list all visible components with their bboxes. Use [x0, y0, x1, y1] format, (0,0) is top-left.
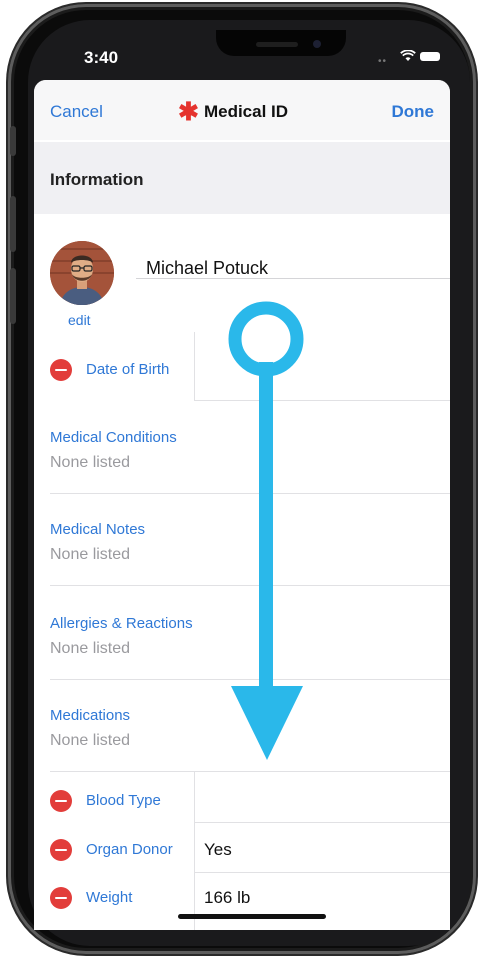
remove-blood-type-icon[interactable]: [50, 790, 72, 812]
divider: [50, 585, 450, 586]
cancel-button[interactable]: Cancel: [50, 102, 103, 122]
divider: [194, 872, 450, 873]
medical-id-sheet[interactable]: Cancel ✱ Medical ID Done Information edi…: [34, 80, 450, 930]
divider: [194, 822, 450, 823]
divider: [194, 332, 195, 400]
medical-conditions-label: Medical Conditions: [50, 429, 177, 446]
medical-star-icon: ✱: [178, 97, 199, 126]
home-indicator[interactable]: [178, 914, 326, 919]
divider: [194, 400, 450, 401]
phone-frame: 3:40 •• Cancel ✱ Medical ID Done Informa…: [8, 4, 476, 954]
medical-conditions-value[interactable]: None listed: [50, 454, 130, 472]
remove-organ-donor-icon[interactable]: [50, 839, 72, 861]
front-camera: [313, 40, 321, 48]
speaker-grill: [256, 42, 298, 47]
divider: [50, 771, 450, 772]
notch: [216, 30, 346, 56]
date-of-birth-label[interactable]: Date of Birth: [86, 361, 169, 378]
silent-switch: [10, 126, 16, 156]
medications-label: Medications: [50, 707, 131, 724]
edit-photo-link[interactable]: edit: [68, 312, 91, 328]
section-title: Information: [50, 170, 144, 189]
avatar-photo: [50, 241, 114, 305]
done-button[interactable]: Done: [392, 102, 435, 122]
nav-title-label: Medical ID: [203, 102, 289, 121]
name-underline: [136, 278, 450, 279]
navigation-bar: Cancel ✱ Medical ID Done: [34, 80, 450, 140]
divider: [194, 771, 195, 930]
nav-title: ✱ Medical ID: [178, 97, 289, 126]
divider: [50, 679, 450, 680]
volume-down-button: [10, 268, 16, 324]
divider: [50, 493, 450, 494]
weight-label[interactable]: Weight: [86, 889, 132, 906]
name-field[interactable]: Michael Potuck: [146, 258, 268, 279]
cellular-dots-icon: ••: [378, 56, 388, 67]
medical-notes-value[interactable]: None listed: [50, 546, 130, 564]
remove-date-of-birth-icon[interactable]: [50, 359, 72, 381]
allergies-label: Allergies & Reactions: [50, 615, 193, 632]
blood-type-label[interactable]: Blood Type: [86, 792, 161, 809]
medications-value[interactable]: None listed: [50, 732, 130, 750]
wifi-icon: [400, 50, 416, 61]
avatar[interactable]: [50, 241, 114, 305]
weight-value[interactable]: 166 lb: [204, 888, 250, 908]
medical-notes-label: Medical Notes: [50, 521, 146, 538]
organ-donor-value[interactable]: Yes: [204, 840, 232, 860]
volume-up-button: [10, 196, 16, 252]
section-header-information: Information: [34, 142, 450, 214]
status-icons: ••: [378, 46, 442, 67]
allergies-value[interactable]: None listed: [50, 640, 130, 658]
battery-icon: [420, 52, 440, 61]
remove-weight-icon[interactable]: [50, 887, 72, 909]
status-time: 3:40: [84, 48, 119, 67]
organ-donor-label[interactable]: Organ Donor: [86, 841, 173, 858]
